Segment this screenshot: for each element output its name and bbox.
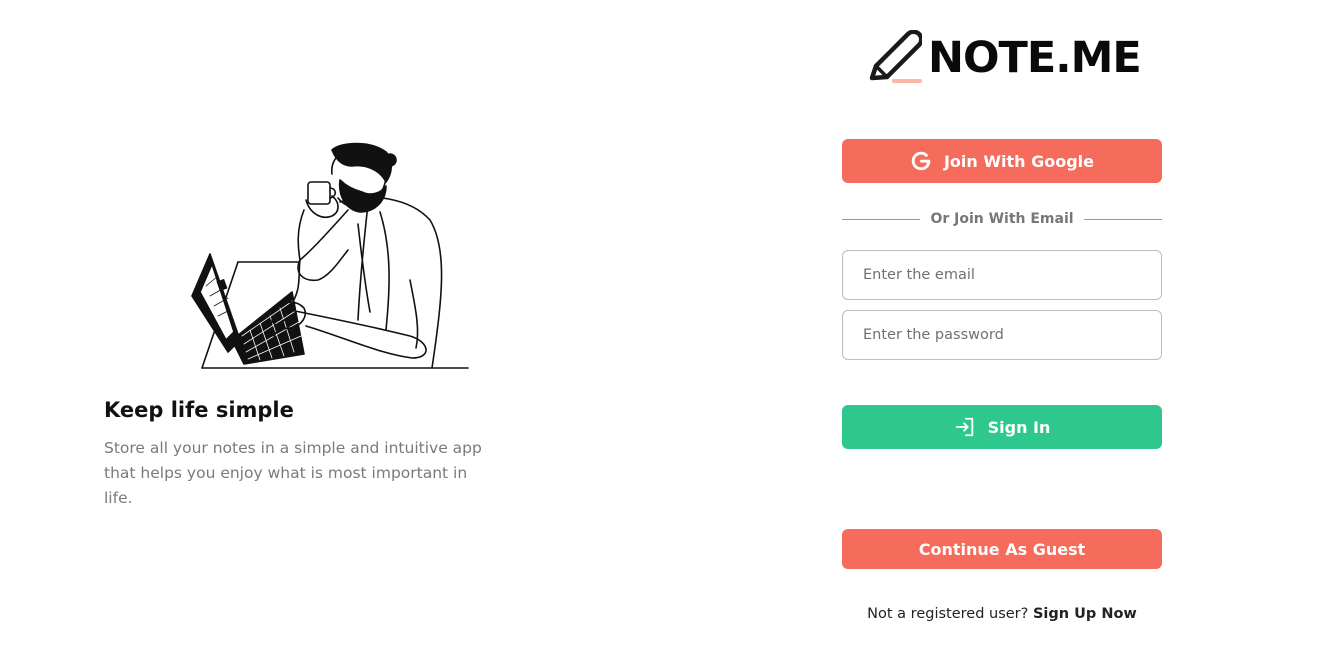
join-with-google-button[interactable]: Join With Google [842, 139, 1162, 183]
continue-as-guest-label: Continue As Guest [918, 539, 1086, 559]
password-input[interactable] [842, 310, 1162, 360]
sign-in-button[interactable]: Sign In [842, 405, 1162, 449]
email-input[interactable] [842, 250, 1162, 300]
app-logo: NOTE.ME [866, 28, 1142, 88]
divider-line-left [842, 218, 921, 220]
man-coffee-laptop-illustration [191, 142, 469, 369]
login-page: Keep life simple Store all your notes in… [0, 0, 1340, 652]
google-icon [911, 151, 931, 171]
tagline-title: Keep life simple [104, 398, 294, 422]
divider-label: Or Join With Email [930, 211, 1074, 227]
sign-up-now-link[interactable]: Sign Up Now [1033, 606, 1137, 622]
signup-prompt: Not a registered user? Sign Up Now [842, 606, 1162, 622]
email-divider: Or Join With Email [842, 208, 1162, 230]
sign-in-label: Sign In [987, 417, 1051, 437]
continue-as-guest-button[interactable]: Continue As Guest [842, 529, 1162, 569]
join-with-google-label: Join With Google [943, 151, 1095, 171]
signup-prompt-text: Not a registered user? [867, 606, 1029, 622]
pencil-icon [869, 30, 922, 83]
divider-line-right [1083, 218, 1162, 220]
brand-name: NOTE.ME [928, 33, 1142, 83]
tagline-description: Store all your notes in a simple and int… [104, 439, 482, 507]
sign-in-icon [955, 417, 973, 437]
